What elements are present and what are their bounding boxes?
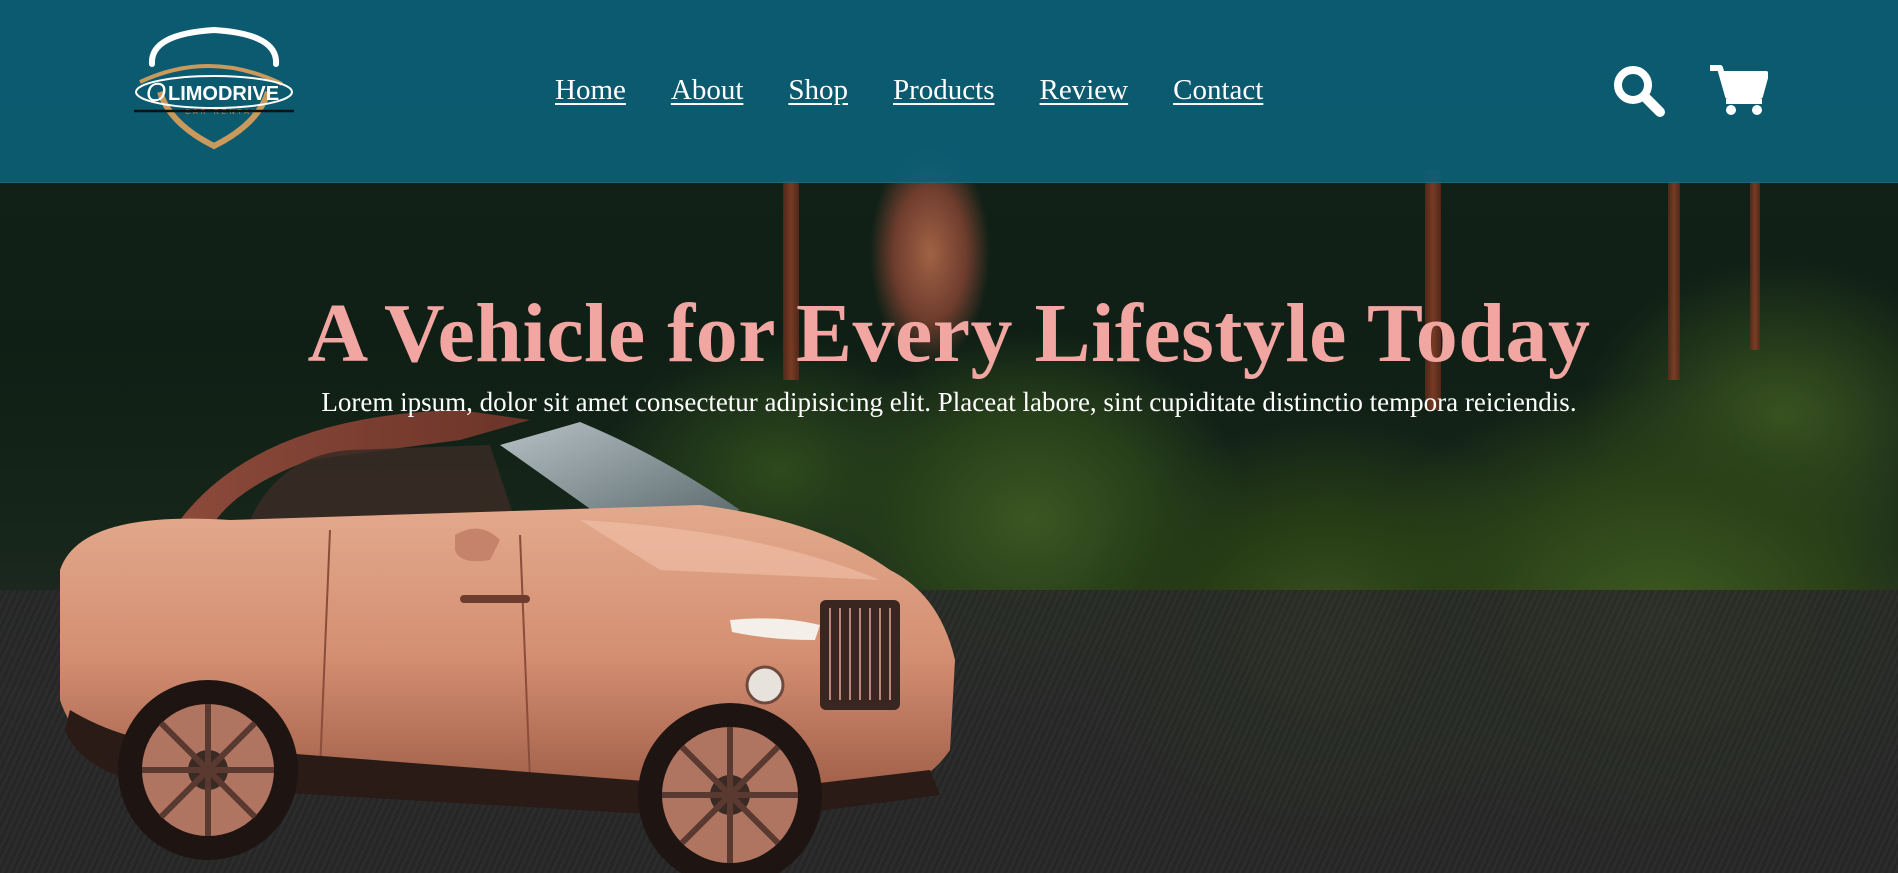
svg-text:O: O <box>146 77 166 107</box>
car-wheel <box>118 680 298 860</box>
nav-link-review[interactable]: Review <box>1040 72 1129 108</box>
logo-arc-icon <box>148 26 280 67</box>
brand-logo[interactable]: O LIMODRIVE CAR RENTAL <box>130 24 298 150</box>
car-image <box>60 410 955 873</box>
nav-link-products[interactable]: Products <box>893 72 995 108</box>
nav-link-home[interactable]: Home <box>555 72 626 108</box>
nav-link-shop[interactable]: Shop <box>788 72 848 108</box>
svg-text:LIMODRIVE: LIMODRIVE <box>168 83 279 105</box>
hero-subtext: Lorem ipsum, dolor sit amet consectetur … <box>321 387 1577 417</box>
main-nav: Home About Shop Products Review Contact <box>555 72 1263 108</box>
search-icon[interactable] <box>1610 62 1666 118</box>
nav-icons <box>1610 62 1768 118</box>
nav-link-contact[interactable]: Contact <box>1173 72 1263 108</box>
nav-link-about[interactable]: About <box>671 72 744 108</box>
hero-headline: A Vehicle for Every Lifestyle Today <box>307 287 1591 380</box>
navbar: O LIMODRIVE CAR RENTAL Home About Shop P… <box>0 0 1898 183</box>
shopping-cart-icon[interactable] <box>1708 64 1768 116</box>
